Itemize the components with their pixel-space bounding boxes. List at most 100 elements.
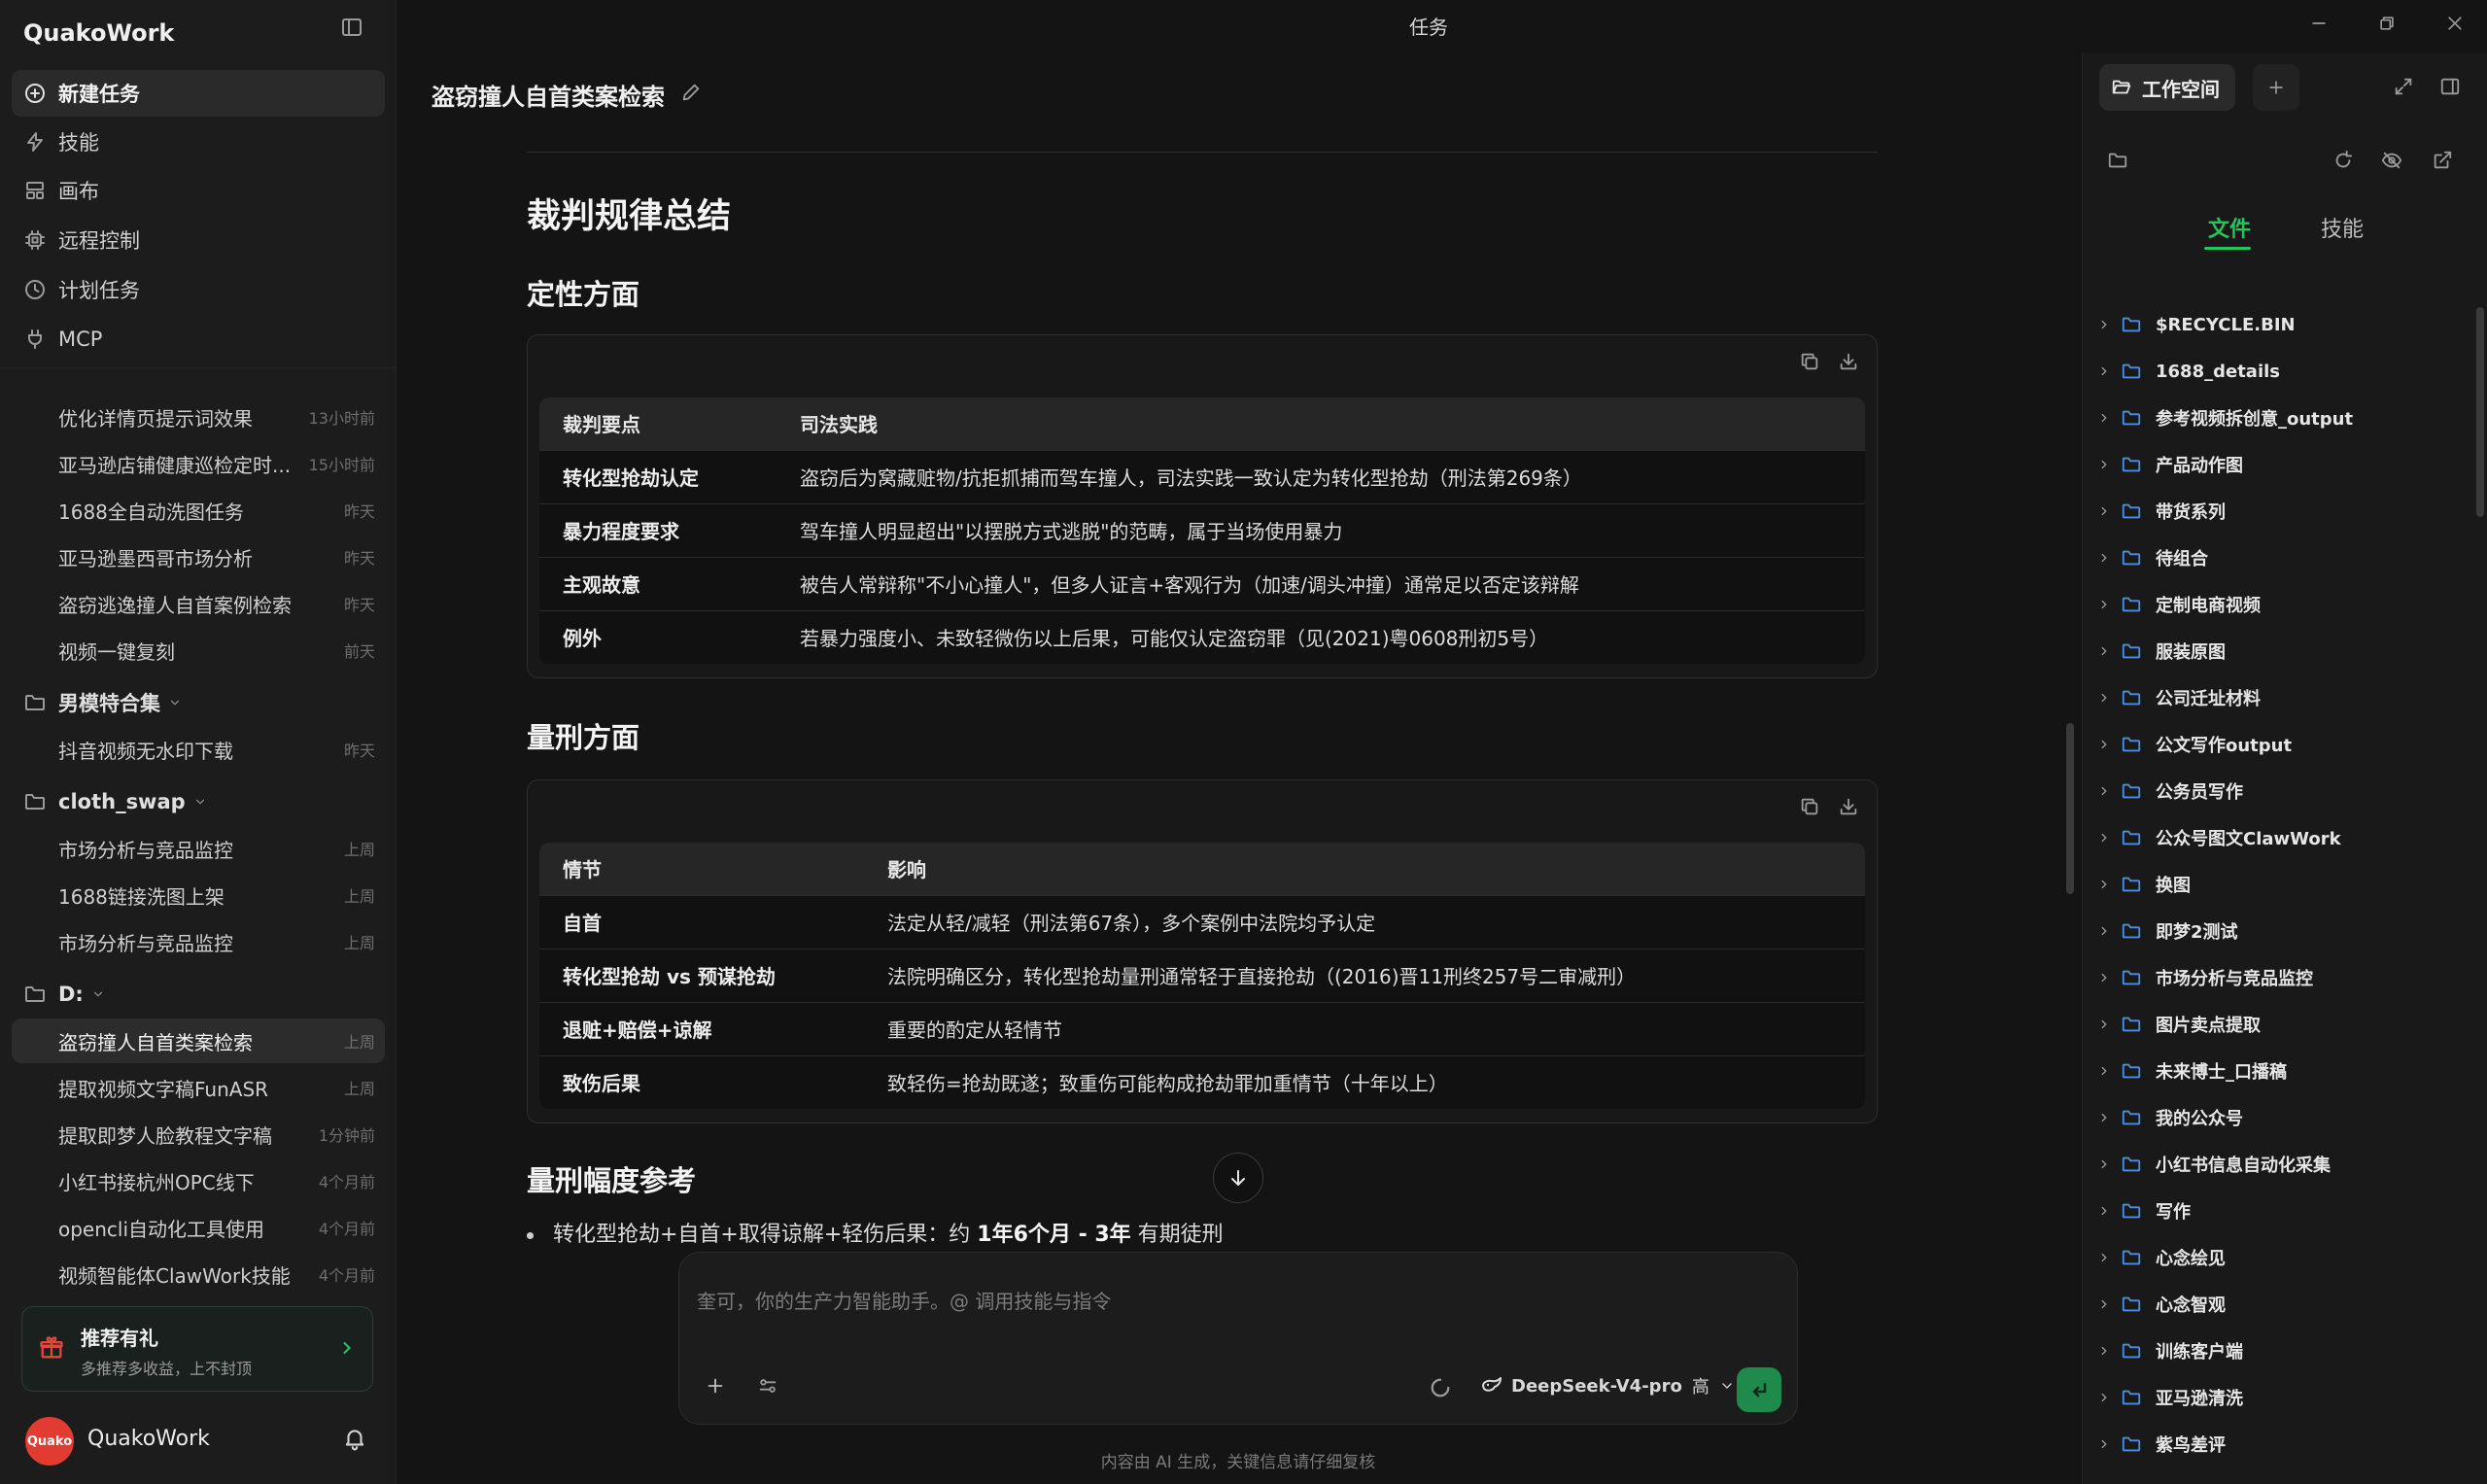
file-tree-item[interactable]: 公司迁址材料 <box>2091 674 2465 721</box>
file-tree-scrollbar[interactable] <box>2476 307 2484 517</box>
table-row: 例外 若暴力强度小、未致轻微伤以上后果，可能仅认定盗窃罪（见(2021)粤0608… <box>539 609 1865 664</box>
file-name: 训练客户端 <box>2156 1342 2243 1363</box>
add-workspace-button[interactable] <box>2253 64 2299 111</box>
file-tree-item[interactable]: 公众号图文ClawWork <box>2091 814 2465 861</box>
history-item[interactable]: opencli自动化工具使用 4个月前 <box>12 1205 385 1250</box>
file-tree-item[interactable]: 公务员写作 <box>2091 768 2465 814</box>
close-icon[interactable] <box>2445 14 2465 33</box>
workspace-button[interactable]: 工作空间 <box>2099 64 2235 111</box>
history-item-selected[interactable]: 盗窃撞人自首类案检索 上周 <box>12 1018 385 1063</box>
file-tree-item[interactable]: 待组合 <box>2091 535 2465 581</box>
history-item[interactable]: 抖音视频无水印下载 昨天 <box>12 727 385 772</box>
table-cell: 自首 <box>539 894 864 949</box>
history-item[interactable]: 1688链接洗图上架 上周 <box>12 873 385 917</box>
history-item[interactable]: 提取视频文字稿FunASR 上周 <box>12 1065 385 1110</box>
file-tree-item[interactable]: 1688_details <box>2091 348 2465 395</box>
file-tree-item[interactable]: 紫鸟差评 <box>2091 1421 2465 1467</box>
history-item[interactable]: 亚马逊店铺健康巡检定时... 15小时前 <box>12 441 385 486</box>
tab-skills[interactable]: 技能 <box>2321 212 2364 243</box>
nav-label: 画布 <box>58 180 99 203</box>
file-tree-item[interactable]: 公文写作output <box>2091 721 2465 768</box>
nav-canvas[interactable]: 画布 <box>12 167 385 214</box>
download-icon[interactable] <box>1838 796 1859 817</box>
file-tree-item[interactable]: 心念智观 <box>2091 1281 2465 1328</box>
file-tree-item[interactable]: 市场分析与竞品监控 <box>2091 954 2465 1001</box>
expand-icon[interactable] <box>2393 76 2414 97</box>
table-cell: 驾车撞人明显超出"以摆脱方式逃脱"的范畴，属于当场使用暴力 <box>777 502 1865 557</box>
history-item[interactable]: 小红书接杭州OPC线下 4个月前 <box>12 1158 385 1203</box>
nav-remote-control[interactable]: 远程控制 <box>12 217 385 263</box>
download-icon[interactable] <box>1838 351 1859 372</box>
file-tree-item[interactable]: $RECYCLE.BIN <box>2091 301 2465 348</box>
edit-pencil-icon[interactable] <box>680 82 702 103</box>
copy-icon[interactable] <box>1799 796 1820 817</box>
composer-input[interactable]: 奎可，你的生产力智能助手。@ 调用技能与指令 <box>697 1286 1111 1314</box>
main-scrollbar[interactable] <box>2066 723 2074 894</box>
send-button[interactable] <box>1737 1367 1781 1412</box>
history-item[interactable]: 提取即梦人脸教程文字稿 1分钟前 <box>12 1112 385 1156</box>
add-attachment-button[interactable] <box>705 1375 726 1397</box>
table-row: 暴力程度要求 驾车撞人明显超出"以摆脱方式逃脱"的范畴，属于当场使用暴力 <box>539 502 1865 557</box>
file-tree-item[interactable]: 图片卖点提取 <box>2091 1001 2465 1048</box>
eye-off-icon[interactable] <box>2381 150 2402 171</box>
nav-skills[interactable]: 技能 <box>12 119 385 165</box>
file-tree-item[interactable]: 换图 <box>2091 861 2465 908</box>
file-tree-item[interactable]: 心念绘见 <box>2091 1234 2465 1281</box>
folder-header[interactable]: 男模特合集 <box>23 680 182 725</box>
file-tree-item[interactable]: 参考视频拆创意_output <box>2091 395 2465 441</box>
minimize-icon[interactable] <box>2309 14 2329 33</box>
tools-button[interactable] <box>757 1375 778 1397</box>
folder-header[interactable]: cloth_swap <box>23 779 207 824</box>
file-tree-item[interactable]: 小红书信息自动化采集 <box>2091 1141 2465 1188</box>
bell-icon[interactable] <box>342 1426 367 1451</box>
history-item[interactable]: 视频智能体ClawWork技能 4个月前 <box>12 1252 385 1296</box>
file-tree-item[interactable]: 写作 <box>2091 1188 2465 1234</box>
tab-files[interactable]: 文件 <box>2208 212 2251 243</box>
history-item[interactable]: 视频一键复刻 前天 <box>12 628 385 673</box>
file-tree-item[interactable]: 即梦2测试 <box>2091 908 2465 954</box>
history-item[interactable]: 优化详情页提示词效果 13小时前 <box>12 395 385 439</box>
restore-icon[interactable] <box>2377 14 2397 33</box>
folder-icon <box>2122 970 2141 985</box>
file-name: 即梦2测试 <box>2156 922 2238 943</box>
history-item[interactable]: 市场分析与竞品监控 上周 <box>12 919 385 964</box>
folder-icon[interactable] <box>2107 150 2128 171</box>
sidebar-toggle-icon[interactable] <box>340 16 363 39</box>
nav-new-task[interactable]: 新建任务 <box>12 70 385 117</box>
history-title: 优化详情页提示词效果 <box>58 406 253 431</box>
panel-toggle-icon[interactable] <box>2439 76 2461 97</box>
folder-header[interactable]: D: <box>23 972 105 1017</box>
nav-mcp[interactable]: MCP <box>12 316 385 362</box>
file-tree-item[interactable]: 定制电商视频 <box>2091 581 2465 628</box>
model-selector[interactable]: DeepSeek-V4-pro 高 <box>1480 1373 1735 1398</box>
file-tree-item[interactable]: 训练客户端 <box>2091 1328 2465 1374</box>
referral-promo-card[interactable]: 推荐有礼 多推荐多收益，上不封顶 <box>21 1306 373 1392</box>
file-tree-item[interactable]: 我的公众号 <box>2091 1094 2465 1141</box>
folder-icon <box>2122 830 2141 846</box>
refresh-icon[interactable] <box>2332 150 2354 171</box>
file-tree-item[interactable]: 未来博士_口播稿 <box>2091 1048 2465 1094</box>
scroll-to-bottom-button[interactable] <box>1213 1153 1263 1203</box>
table-row: 致伤后果 致轻伤=抢劫既遂；致重伤可能构成抢劫罪加重情节（十年以上） <box>539 1054 1865 1109</box>
history-item[interactable]: 1688全自动洗图任务 昨天 <box>12 488 385 533</box>
file-tree-item[interactable]: 服装原图 <box>2091 628 2465 674</box>
file-tree-item[interactable]: 亚马逊清洗 <box>2091 1374 2465 1421</box>
copy-icon[interactable] <box>1799 351 1820 372</box>
user-name[interactable]: QuakoWork <box>87 1427 210 1451</box>
external-link-icon[interactable] <box>2432 150 2453 171</box>
file-tree-item[interactable]: 带货系列 <box>2091 488 2465 535</box>
file-tree-item[interactable]: 产品动作图 <box>2091 441 2465 488</box>
history-item[interactable]: 市场分析与竞品监控 上周 <box>12 826 385 871</box>
folder-icon <box>2122 1017 2141 1032</box>
history-item[interactable]: 盗窃逃逸撞人自首案例检索 昨天 <box>12 581 385 626</box>
history-item[interactable]: 亚马逊墨西哥市场分析 昨天 <box>12 535 385 579</box>
nav-scheduled-tasks[interactable]: 计划任务 <box>12 266 385 313</box>
history-title: 视频一键复刻 <box>58 639 175 664</box>
table-cell: 法定从轻/减轻（刑法第67条），多个案例中法院均予认定 <box>864 894 1865 949</box>
file-name: 我的公众号 <box>2156 1109 2243 1129</box>
folder-icon <box>2122 550 2141 566</box>
history-time: 13小时前 <box>308 409 375 428</box>
user-avatar[interactable]: Quako <box>25 1417 74 1466</box>
file-name: 公众号图文ClawWork <box>2156 829 2341 849</box>
chat-composer[interactable]: 奎可，你的生产力智能助手。@ 调用技能与指令 DeepSeek-V4-pro 高 <box>678 1252 1798 1425</box>
